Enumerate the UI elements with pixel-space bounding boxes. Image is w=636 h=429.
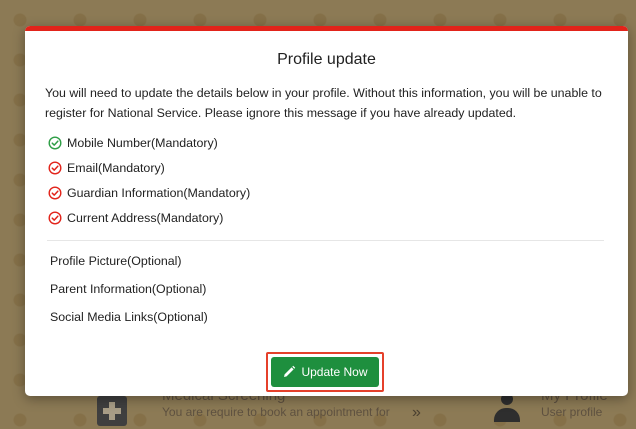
modal-title: Profile update bbox=[277, 51, 376, 68]
modal-message: You will need to update the details belo… bbox=[45, 86, 602, 120]
mandatory-item-label: Current Address(Mandatory) bbox=[67, 211, 224, 225]
bg-card-sub-profile: User profile bbox=[541, 405, 603, 419]
update-button-highlight: Update Now bbox=[266, 352, 384, 392]
mandatory-item-email: Email(Mandatory) bbox=[48, 159, 165, 177]
check-circle-icon bbox=[48, 136, 62, 150]
optional-item-social-media: Social Media Links(Optional) bbox=[50, 310, 208, 324]
update-now-button[interactable]: Update Now bbox=[271, 357, 379, 387]
check-circle-icon bbox=[48, 211, 62, 225]
medical-plus-icon bbox=[97, 396, 127, 426]
optional-item-parent-info: Parent Information(Optional) bbox=[50, 282, 207, 296]
profile-update-modal: Profile update You will need to update t… bbox=[25, 26, 628, 396]
optional-item-profile-picture: Profile Picture(Optional) bbox=[50, 254, 182, 268]
bg-card-sub-medical: You are require to book an appointment f… bbox=[162, 405, 390, 419]
mandatory-item-label: Guardian Information(Mandatory) bbox=[67, 186, 251, 200]
mandatory-item-label: Mobile Number(Mandatory) bbox=[67, 136, 218, 150]
mandatory-item-mobile: Mobile Number(Mandatory) bbox=[48, 134, 218, 152]
modal-accent-bar bbox=[25, 26, 628, 31]
check-circle-icon bbox=[48, 161, 62, 175]
mandatory-item-label: Email(Mandatory) bbox=[67, 161, 165, 175]
section-divider bbox=[47, 240, 604, 241]
chevron-right-icon: » bbox=[412, 404, 421, 421]
mandatory-item-address: Current Address(Mandatory) bbox=[48, 209, 223, 227]
mandatory-item-guardian: Guardian Information(Mandatory) bbox=[48, 184, 250, 202]
update-now-label: Update Now bbox=[301, 365, 368, 379]
pencil-icon bbox=[284, 365, 296, 377]
user-icon bbox=[492, 393, 522, 423]
check-circle-icon bbox=[48, 186, 62, 200]
